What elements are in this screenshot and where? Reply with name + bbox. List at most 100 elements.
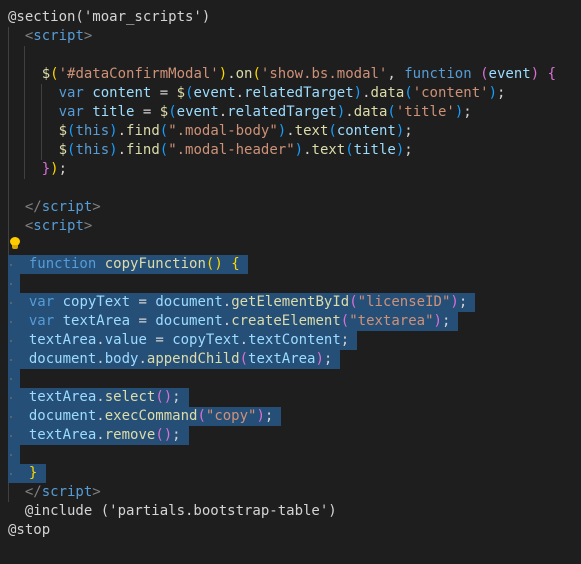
code-line[interactable]: var title = $(event.relatedTarget).data(… (8, 103, 472, 122)
code-token: . (239, 332, 249, 348)
code-token: . (96, 351, 105, 367)
code-token: getElementById (231, 294, 350, 310)
code-token: script (41, 484, 93, 500)
code-token: copyText (172, 332, 240, 348)
code-token: ) (294, 142, 304, 158)
code-token: ) (353, 85, 363, 101)
code-line-selected[interactable]: } (12, 464, 37, 483)
code-line[interactable]: <script> (8, 27, 92, 46)
code-line[interactable]: var content = $(event.relatedTarget).dat… (8, 84, 506, 103)
code-token: document (155, 294, 223, 310)
code-line-selected[interactable]: var textArea = document.createElement("t… (12, 312, 451, 331)
code-line-selected[interactable]: function copyFunction() { (12, 255, 240, 274)
code-line[interactable]: $(this).find(".modal-body").text(content… (8, 122, 413, 141)
code-line[interactable]: @section('moar_scripts') (8, 8, 210, 27)
code-token: ; (404, 123, 413, 139)
code-token: ( (197, 408, 206, 424)
code-line-selected[interactable]: textArea.select(); (12, 388, 181, 407)
code-token: ) (395, 123, 405, 139)
code-token: var (58, 85, 84, 101)
code-token: ; (463, 104, 472, 120)
code-token: ) (450, 294, 459, 310)
code-line[interactable]: </script> (8, 198, 101, 217)
code-token: { (547, 66, 556, 82)
code-token: . (138, 351, 147, 367)
code-line[interactable]: @stop (8, 521, 50, 540)
code-token: . (303, 142, 312, 158)
code-token: () (155, 427, 173, 443)
code-token: function (404, 66, 472, 82)
code-token: ; (172, 427, 181, 443)
code-token: copyText (62, 294, 131, 310)
code-token: 'show.bs.modal' (260, 66, 388, 82)
code-token: data (353, 104, 388, 120)
code-token: ; (497, 85, 506, 101)
code-token: event (193, 85, 236, 101)
code-line[interactable]: @include ('partials.bootstrap-table') (8, 502, 337, 521)
code-line[interactable]: }); (8, 160, 67, 179)
code-token: text (294, 123, 329, 139)
code-line-selected[interactable]: var copyText = document.getElementById("… (12, 293, 467, 312)
code-line[interactable]: $(this).find(".modal-header").text(title… (8, 141, 413, 160)
code-token: ( (404, 85, 413, 101)
code-token: { (231, 256, 240, 272)
code-token: ( (239, 351, 249, 367)
code-token: ".modal-header" (168, 142, 295, 158)
code-line-selected[interactable]: textArea.value = copyText.textContent; (12, 331, 349, 350)
whitespace-marker (10, 416, 12, 418)
lightbulb-icon[interactable] (9, 237, 21, 251)
code-token: @stop (8, 522, 51, 538)
code-token: . (345, 104, 354, 120)
code-token: var (28, 294, 55, 310)
code-token: data (370, 85, 405, 101)
whitespace-marker (10, 397, 12, 399)
whitespace-marker (10, 359, 12, 361)
code-token: textArea (248, 351, 316, 367)
code-token: createElement (231, 313, 341, 329)
code-line[interactable]: $('#dataConfirmModal').on('show.bs.modal… (8, 65, 556, 84)
code-token: relatedTarget (244, 85, 354, 101)
code-token: </ (24, 484, 42, 500)
code-token: . (96, 332, 105, 348)
code-token: </ (24, 199, 42, 215)
code-token: ( (349, 294, 358, 310)
code-token: ( (340, 313, 350, 329)
code-token: remove (104, 427, 156, 443)
code-token: textContent (248, 332, 341, 348)
code-token: > (92, 199, 101, 215)
code-token: execCommand (104, 408, 198, 424)
code-token: value (104, 332, 147, 348)
code-editor[interactable]: @section('moar_scripts') <script> $('#da… (0, 0, 581, 564)
code-token: on (235, 66, 253, 82)
code-line-selected[interactable]: document.body.appendChild(textArea); (12, 350, 333, 369)
code-line-selected[interactable]: document.execCommand("copy"); (12, 407, 273, 426)
code-token: relatedTarget (227, 104, 337, 120)
code-token: ) (433, 313, 442, 329)
code-line-selected[interactable]: textArea.remove(); (12, 426, 181, 445)
code-token: ; (172, 389, 181, 405)
code-token: = (146, 332, 173, 348)
code-line[interactable]: </script> (8, 483, 101, 502)
code-token: = (134, 104, 160, 120)
code-line[interactable]: <script> (8, 217, 92, 236)
code-token: ( (252, 66, 261, 82)
code-token: var (28, 313, 55, 329)
code-token: ( (50, 66, 59, 82)
code-token: title (92, 104, 135, 120)
code-token: = (151, 85, 177, 101)
code-token: "textarea" (349, 313, 434, 329)
